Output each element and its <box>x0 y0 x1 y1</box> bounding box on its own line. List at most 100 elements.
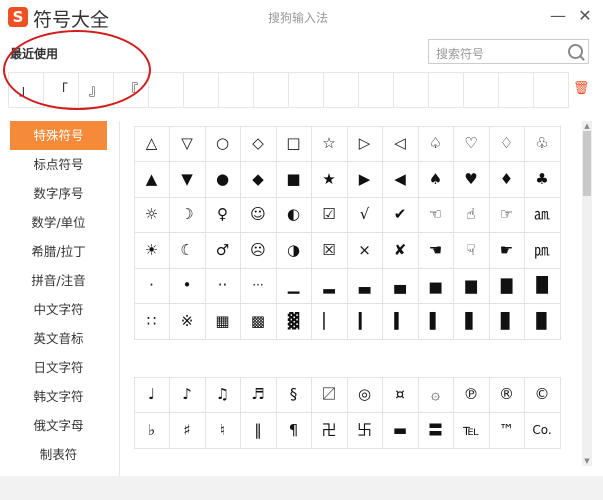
symbol-cell[interactable]: § <box>276 377 312 413</box>
symbol-cell[interactable]: ♂ <box>205 232 241 269</box>
sidebar-item[interactable]: 希腊/拉丁 <box>10 237 107 266</box>
symbol-cell[interactable]: ◑ <box>276 232 312 269</box>
sidebar-item[interactable]: 英文音标 <box>10 324 107 353</box>
symbol-cell[interactable]: □ <box>276 126 312 162</box>
symbol-cell[interactable]: ☀ <box>134 232 170 269</box>
recent-symbol-cell[interactable] <box>218 72 254 108</box>
symbol-cell[interactable]: ▬ <box>382 412 419 449</box>
sidebar-item[interactable]: 日文字符 <box>10 353 107 382</box>
sidebar-item[interactable]: 韩文字符 <box>10 382 107 411</box>
symbol-cell[interactable]: ㏂ <box>524 197 561 233</box>
minimize-button[interactable]: — <box>548 6 568 26</box>
symbol-cell[interactable]: ◆ <box>240 161 277 198</box>
symbol-cell[interactable]: ☆ <box>311 126 348 162</box>
recent-symbol-cell[interactable] <box>358 72 394 108</box>
recent-symbol-cell[interactable] <box>533 72 569 108</box>
symbol-cell[interactable]: ★ <box>311 161 348 198</box>
symbol-cell[interactable]: ☽ <box>169 197 206 233</box>
symbol-cell[interactable]: ▼ <box>169 161 206 198</box>
scroll-down-arrow-icon[interactable]: ▼ <box>582 456 592 466</box>
symbol-cell[interactable]: ▷ <box>347 126 383 162</box>
symbol-cell[interactable]: ☛ <box>489 232 525 269</box>
symbol-cell[interactable]: ☜ <box>418 197 454 233</box>
symbol-cell[interactable]: ·· <box>205 268 241 304</box>
symbol-cell[interactable]: ∷ <box>134 303 170 340</box>
symbol-cell[interactable]: ▁ <box>276 268 312 304</box>
symbol-cell[interactable]: ℗ <box>453 377 490 413</box>
search-input[interactable]: 搜索符号 <box>428 39 589 64</box>
symbol-cell[interactable]: ☺ <box>240 197 277 233</box>
symbol-cell[interactable]: △ <box>134 126 170 162</box>
symbol-cell[interactable]: ♦ <box>489 161 525 198</box>
sidebar-item[interactable]: 中文字符 <box>10 295 107 324</box>
symbol-cell[interactable]: ▲ <box>134 161 170 198</box>
symbol-cell[interactable]: ♪ <box>169 377 206 413</box>
symbol-cell[interactable]: ▅ <box>418 268 454 304</box>
symbol-cell[interactable]: 〓 <box>418 412 454 449</box>
symbol-cell[interactable]: 卍 <box>311 412 348 449</box>
symbol-cell[interactable]: ※ <box>169 303 206 340</box>
trash-icon[interactable]: 🗑 <box>573 82 590 96</box>
symbol-cell[interactable]: ™ <box>489 412 525 449</box>
symbol-cell[interactable]: 卐 <box>347 412 383 449</box>
symbol-cell[interactable]: ▉ <box>524 303 561 340</box>
symbol-cell[interactable]: ▽ <box>169 126 206 162</box>
symbol-cell[interactable]: ♢ <box>489 126 525 162</box>
symbol-cell[interactable]: 〼 <box>311 377 348 413</box>
symbol-cell[interactable]: ▂ <box>311 268 348 304</box>
symbol-cell[interactable]: ¤ <box>382 377 419 413</box>
search-icon[interactable] <box>568 44 583 59</box>
close-button[interactable]: ✕ <box>575 6 595 26</box>
symbol-cell[interactable]: ♡ <box>453 126 490 162</box>
symbol-cell[interactable]: √ <box>347 197 383 233</box>
symbol-cell[interactable]: ▏ <box>311 303 348 340</box>
recent-symbol-cell[interactable] <box>183 72 219 108</box>
symbol-cell[interactable]: ▶ <box>347 161 383 198</box>
symbol-cell[interactable]: ▦ <box>205 303 241 340</box>
recent-symbol-cell[interactable] <box>323 72 359 108</box>
symbol-cell[interactable]: ◎ <box>347 377 383 413</box>
symbol-cell[interactable]: ▇ <box>489 268 525 304</box>
sidebar-item[interactable]: 数字序号 <box>10 179 107 208</box>
symbol-cell[interactable]: ☒ <box>311 232 348 269</box>
symbol-cell[interactable]: ♩ <box>134 377 170 413</box>
symbol-cell[interactable]: ▓ <box>276 303 312 340</box>
symbol-cell[interactable]: ☝ <box>453 197 490 233</box>
sidebar-item[interactable]: 俄文字母 <box>10 411 107 440</box>
sidebar-item[interactable]: 拼音/注音 <box>10 266 107 295</box>
symbol-cell[interactable]: ☚ <box>418 232 454 269</box>
symbol-cell[interactable]: ▍ <box>382 303 419 340</box>
symbol-cell[interactable]: ㏘ <box>524 232 561 269</box>
recent-symbol-cell[interactable] <box>428 72 464 108</box>
symbol-cell[interactable]: ✘ <box>382 232 419 269</box>
symbol-cell[interactable]: ♣ <box>524 161 561 198</box>
symbol-cell[interactable]: ♯ <box>169 412 206 449</box>
recent-symbol-cell[interactable] <box>463 72 499 108</box>
scrollbar[interactable]: ▲ ▼ <box>582 121 592 466</box>
symbol-cell[interactable]: ‖ <box>240 412 277 449</box>
symbol-cell[interactable]: ▃ <box>347 268 383 304</box>
recent-symbol-cell[interactable] <box>393 72 429 108</box>
sidebar-item[interactable]: 数学/单位 <box>10 208 107 237</box>
symbol-cell[interactable]: ✔ <box>382 197 419 233</box>
symbol-cell[interactable]: × <box>347 232 383 269</box>
symbol-cell[interactable]: ¶ <box>276 412 312 449</box>
symbol-cell[interactable]: ▩ <box>240 303 277 340</box>
symbol-cell[interactable]: ◇ <box>240 126 277 162</box>
sidebar-item[interactable]: 制表符 <box>10 440 107 469</box>
symbol-cell[interactable]: ▋ <box>453 303 490 340</box>
symbol-cell[interactable]: ▄ <box>382 268 419 304</box>
symbol-cell[interactable]: ♬ <box>240 377 277 413</box>
symbol-cell[interactable]: ▆ <box>453 268 490 304</box>
symbol-cell[interactable]: ☼ <box>134 197 170 233</box>
symbol-cell[interactable]: ♫ <box>205 377 241 413</box>
symbol-cell[interactable]: ▎ <box>347 303 383 340</box>
symbol-cell[interactable]: Co. <box>524 412 561 449</box>
symbol-cell[interactable]: ● <box>205 161 241 198</box>
symbol-cell[interactable]: ♤ <box>418 126 454 162</box>
recent-symbol-cell[interactable] <box>148 72 184 108</box>
symbol-cell[interactable]: ♀ <box>205 197 241 233</box>
symbol-cell[interactable]: ♮ <box>205 412 241 449</box>
symbol-cell[interactable]: ® <box>489 377 525 413</box>
symbol-cell[interactable]: ◐ <box>276 197 312 233</box>
